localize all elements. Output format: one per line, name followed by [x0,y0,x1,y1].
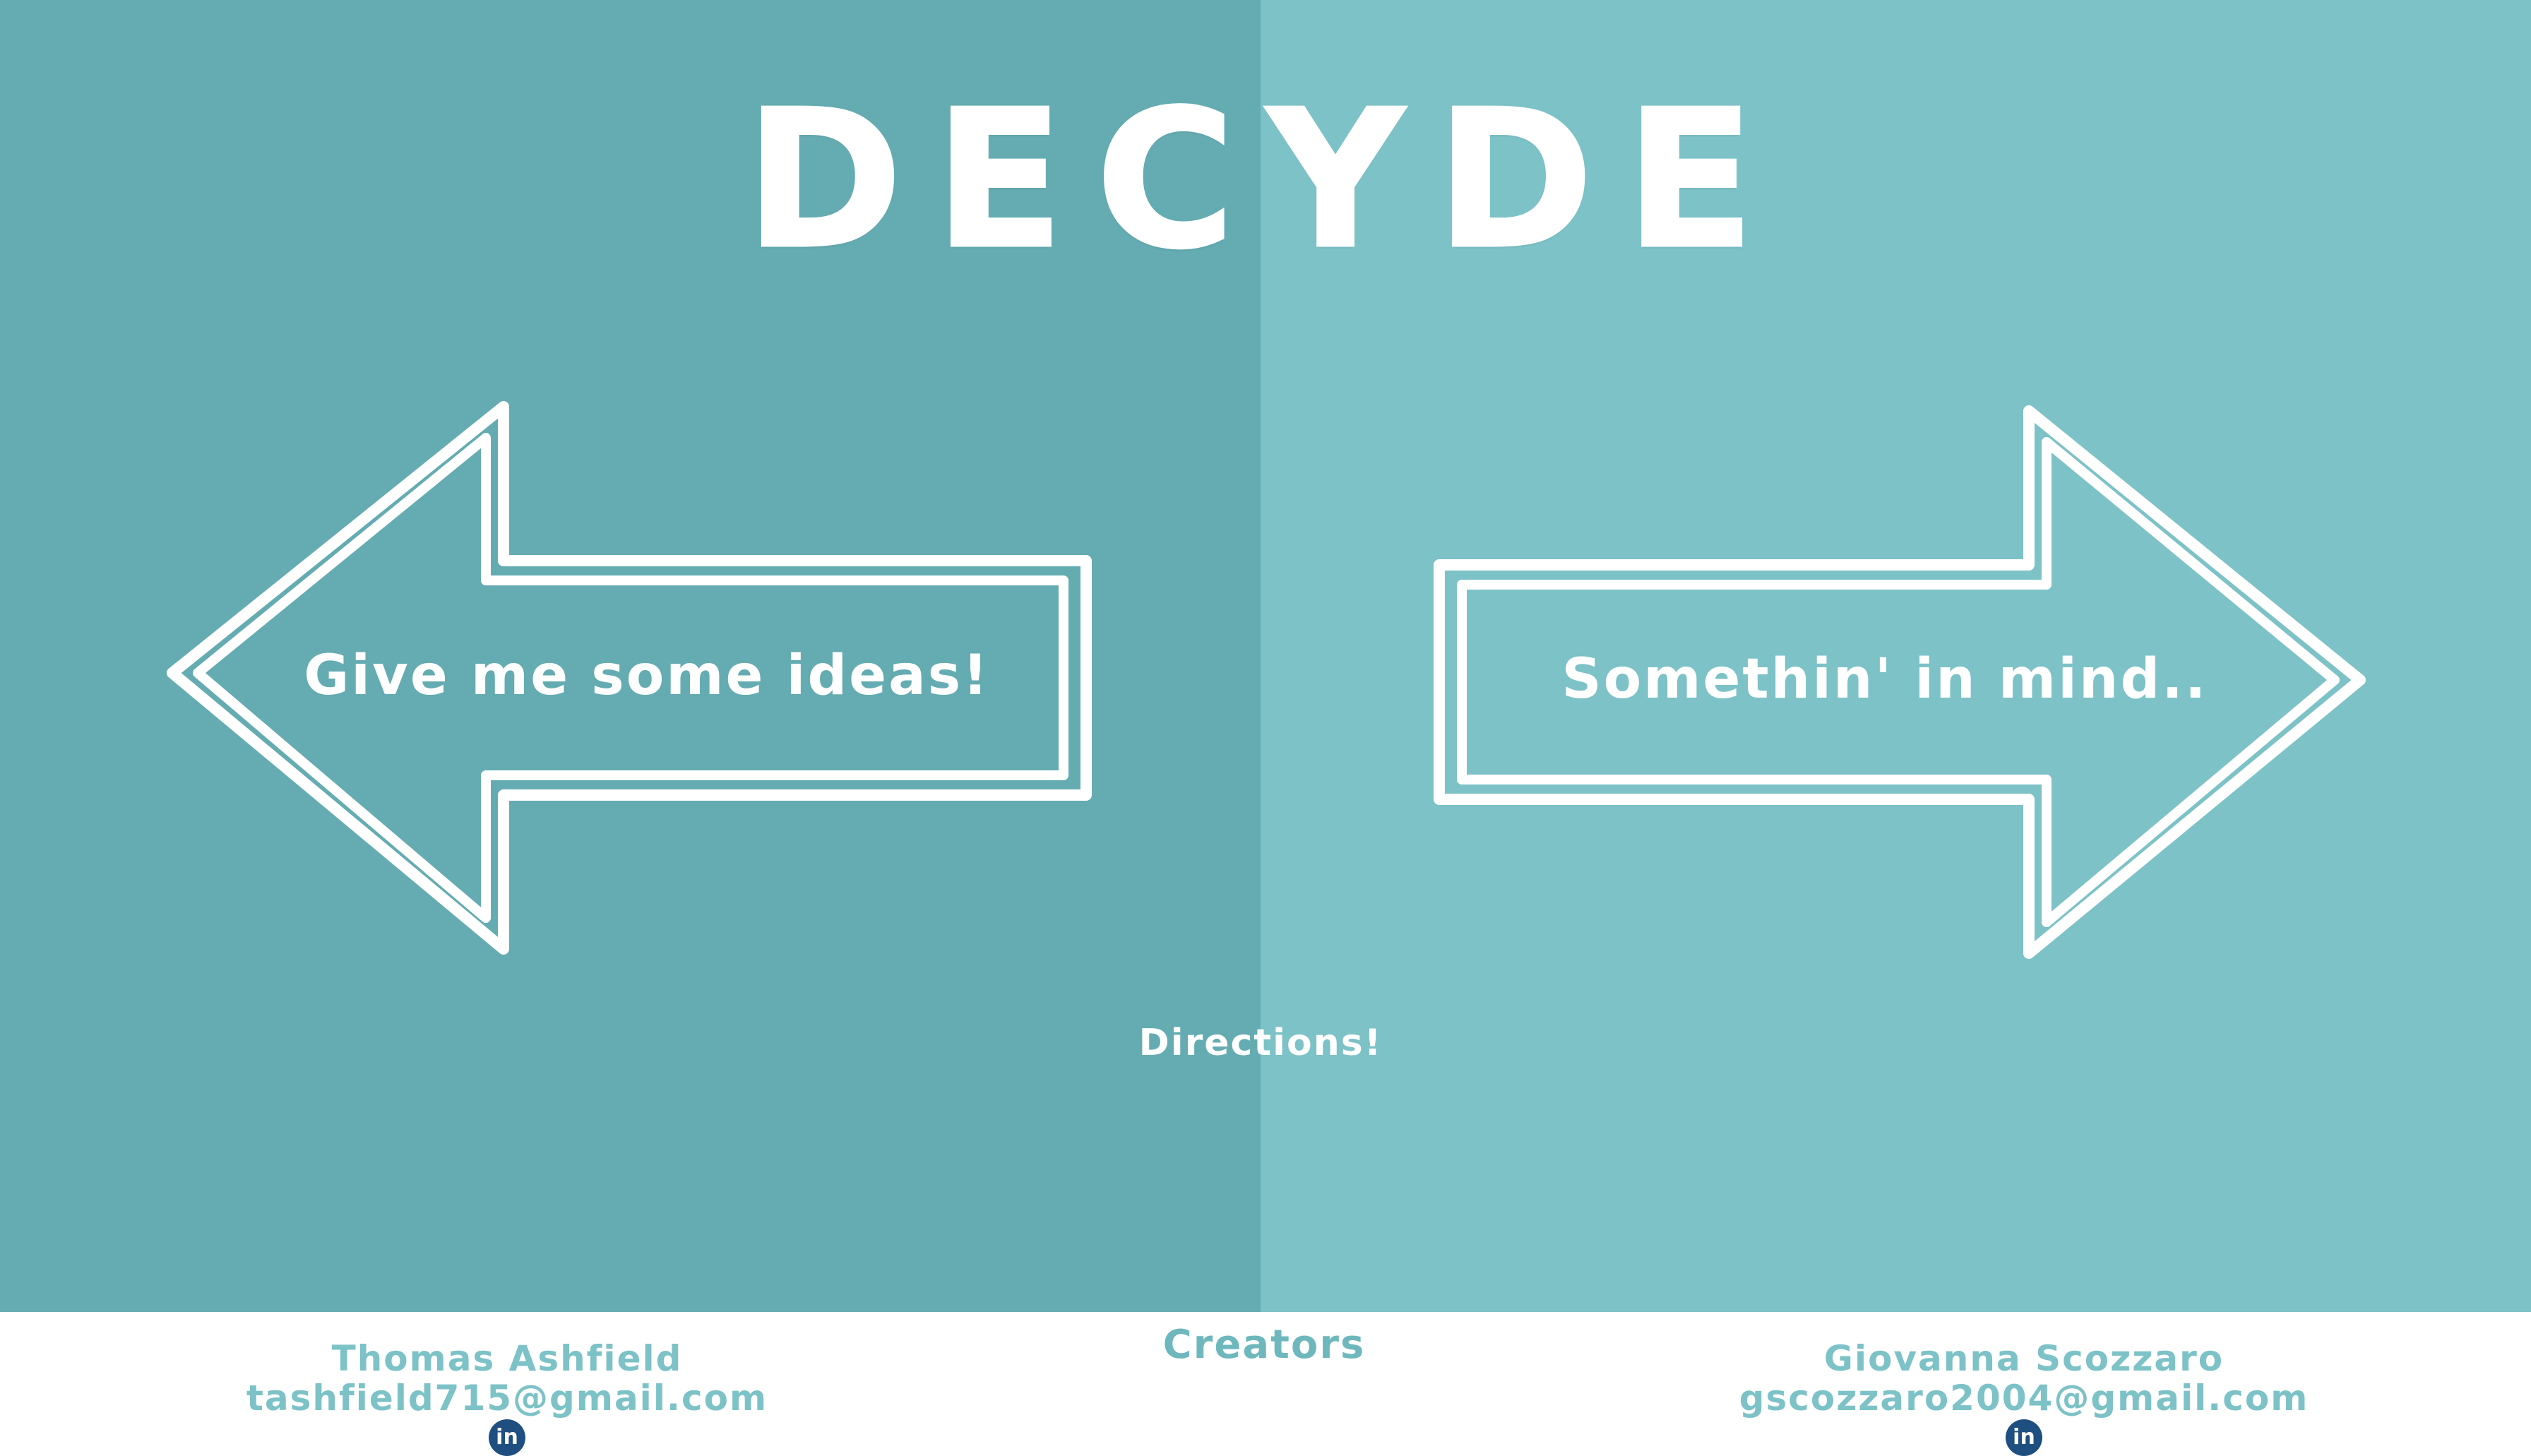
give-ideas-label: Give me some ideas! [304,644,990,708]
footer: Creators Thomas Ashfield tashfield715@gm… [0,1312,2531,1456]
creator-card: Thomas Ashfield tashfield715@gmail.com i… [154,1339,860,1456]
creators-heading: Creators [1162,1322,1366,1368]
site-logo: DECYDE [744,68,1787,291]
hero-section: DECYDE Give me some ideas! Somethin' in … [0,0,2531,1312]
creator-name: Thomas Ashfield [331,1338,683,1379]
something-in-mind-label: Somethin' in mind.. [1561,648,2208,711]
creator-card: Giovanna Scozzaro gscozzaro2004@gmail.co… [1671,1339,2377,1456]
something-in-mind-arrow-button[interactable]: Somethin' in mind.. [1429,400,2366,965]
directions-link[interactable]: Directions! [1139,1022,1383,1064]
creator-name: Giovanna Scozzaro [1823,1338,2225,1379]
creator-email-link[interactable]: gscozzaro2004@gmail.com [1671,1378,2377,1418]
linkedin-icon[interactable]: in [489,1419,525,1456]
creator-email-link[interactable]: tashfield715@gmail.com [154,1378,860,1418]
give-ideas-arrow-button[interactable]: Give me some ideas! [167,395,1096,960]
linkedin-icon[interactable]: in [2006,1419,2042,1456]
